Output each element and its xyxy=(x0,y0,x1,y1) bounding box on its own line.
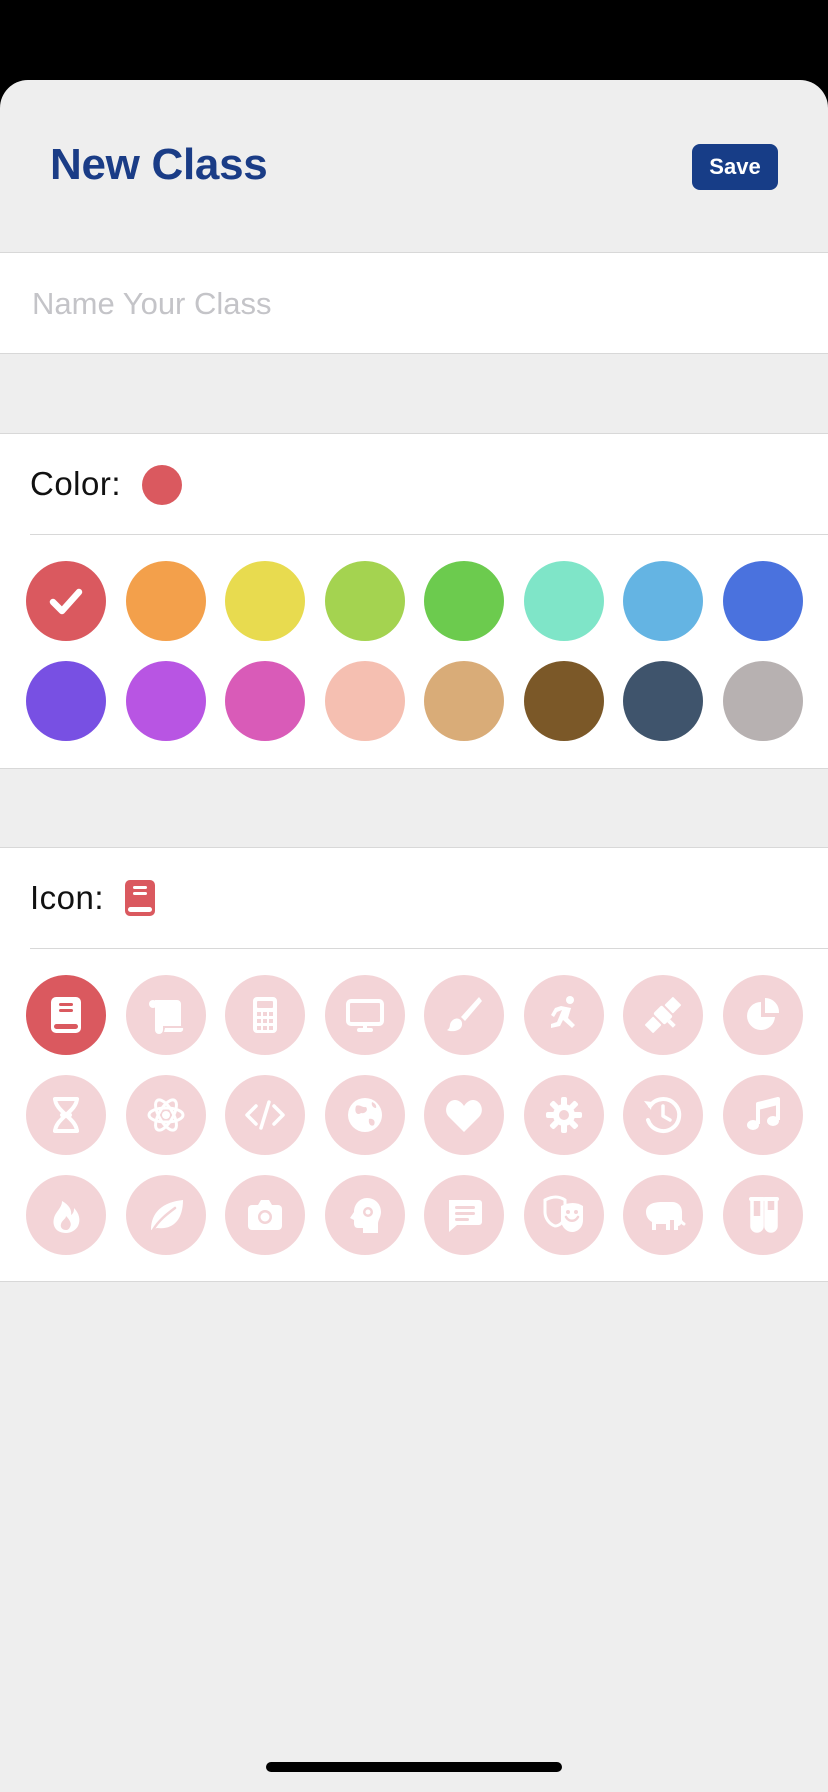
color-swatch[interactable] xyxy=(523,561,604,641)
color-swatch[interactable] xyxy=(26,561,106,641)
color-swatch[interactable] xyxy=(623,561,703,641)
icon-option-code[interactable] xyxy=(225,1075,305,1155)
color-swatch[interactable] xyxy=(125,661,206,741)
scroll-icon xyxy=(148,1000,183,1034)
running-icon xyxy=(550,996,575,1028)
satellite-icon xyxy=(645,997,681,1033)
book-icon xyxy=(51,997,81,1033)
icon-option-camera[interactable] xyxy=(225,1175,305,1255)
color-swatch[interactable] xyxy=(324,561,405,641)
icon-option-history[interactable] xyxy=(623,1075,703,1155)
color-swatch[interactable] xyxy=(523,661,604,741)
test-tubes-icon xyxy=(748,1197,779,1233)
pie-chart-icon xyxy=(746,997,779,1030)
dna-icon xyxy=(53,1097,79,1133)
leaf-icon xyxy=(150,1200,183,1232)
icon-option-dna[interactable] xyxy=(26,1075,106,1155)
icon-label: Icon: xyxy=(30,879,105,916)
save-button[interactable]: Save xyxy=(692,144,778,190)
icon-divider xyxy=(30,948,828,949)
icon-option-elephant[interactable] xyxy=(623,1175,703,1255)
gear-icon xyxy=(545,1097,582,1133)
icon-option-brain[interactable] xyxy=(324,1175,405,1255)
icon-option-globe[interactable] xyxy=(324,1075,405,1155)
icon-option-heart[interactable] xyxy=(424,1075,504,1155)
theater-masks-icon xyxy=(543,1195,583,1232)
atom-icon xyxy=(147,1098,184,1132)
monitor-icon xyxy=(345,999,384,1032)
icon-option-scroll[interactable] xyxy=(125,975,206,1055)
color-swatch[interactable] xyxy=(722,561,803,641)
chat-icon xyxy=(449,1200,482,1232)
icon-option-music[interactable] xyxy=(722,1075,803,1155)
home-indicator xyxy=(266,1762,562,1772)
class-name-section xyxy=(0,252,828,355)
icon-option-flame[interactable] xyxy=(26,1175,106,1255)
icon-option-satellite[interactable] xyxy=(623,975,703,1055)
color-swatch[interactable] xyxy=(623,661,703,741)
icon-option-running[interactable] xyxy=(523,975,604,1055)
color-label: Color: xyxy=(30,465,122,502)
color-swatch[interactable] xyxy=(225,561,305,641)
color-swatch[interactable] xyxy=(324,661,405,741)
new-class-sheet: New Class Save Color: Icon: xyxy=(0,80,828,1792)
icon-option-leaf[interactable] xyxy=(125,1175,206,1255)
color-section: Color: xyxy=(0,433,828,769)
icon-option-chat[interactable] xyxy=(424,1175,504,1255)
camera-icon xyxy=(248,1200,282,1230)
color-swatch[interactable] xyxy=(722,661,803,741)
class-name-input[interactable] xyxy=(30,253,794,355)
icon-option-monitor[interactable] xyxy=(324,975,405,1055)
icon-option-book[interactable] xyxy=(26,975,106,1055)
icon-option-gear[interactable] xyxy=(523,1075,604,1155)
calculator-icon xyxy=(253,997,277,1033)
selected-icon-preview-book-icon xyxy=(125,880,155,916)
globe-icon xyxy=(347,1098,382,1132)
music-icon xyxy=(746,1097,780,1130)
paintbrush-icon xyxy=(447,997,482,1032)
elephant-icon xyxy=(646,1202,686,1230)
icon-option-pie-chart[interactable] xyxy=(722,975,803,1055)
icon-option-paintbrush[interactable] xyxy=(424,975,504,1055)
color-swatch[interactable] xyxy=(26,661,106,741)
color-swatch[interactable] xyxy=(424,561,504,641)
icon-option-test-tubes[interactable] xyxy=(722,1175,803,1255)
color-swatch[interactable] xyxy=(125,561,206,641)
flame-icon xyxy=(53,1201,80,1233)
selected-color-preview xyxy=(142,465,182,505)
icon-section: Icon: xyxy=(0,847,828,1282)
color-swatch[interactable] xyxy=(225,661,305,741)
icon-option-theater-masks[interactable] xyxy=(523,1175,604,1255)
code-icon xyxy=(245,1100,285,1130)
history-icon xyxy=(644,1097,682,1134)
checkmark-icon xyxy=(49,588,83,615)
color-divider xyxy=(30,534,828,535)
page-title: New Class xyxy=(50,140,268,189)
heart-icon xyxy=(446,1100,482,1132)
brain-icon xyxy=(349,1198,381,1233)
icon-option-calculator[interactable] xyxy=(225,975,305,1055)
icon-option-atom[interactable] xyxy=(125,1075,206,1155)
color-swatch[interactable] xyxy=(424,661,504,741)
sheet-header: New Class Save xyxy=(0,80,828,252)
